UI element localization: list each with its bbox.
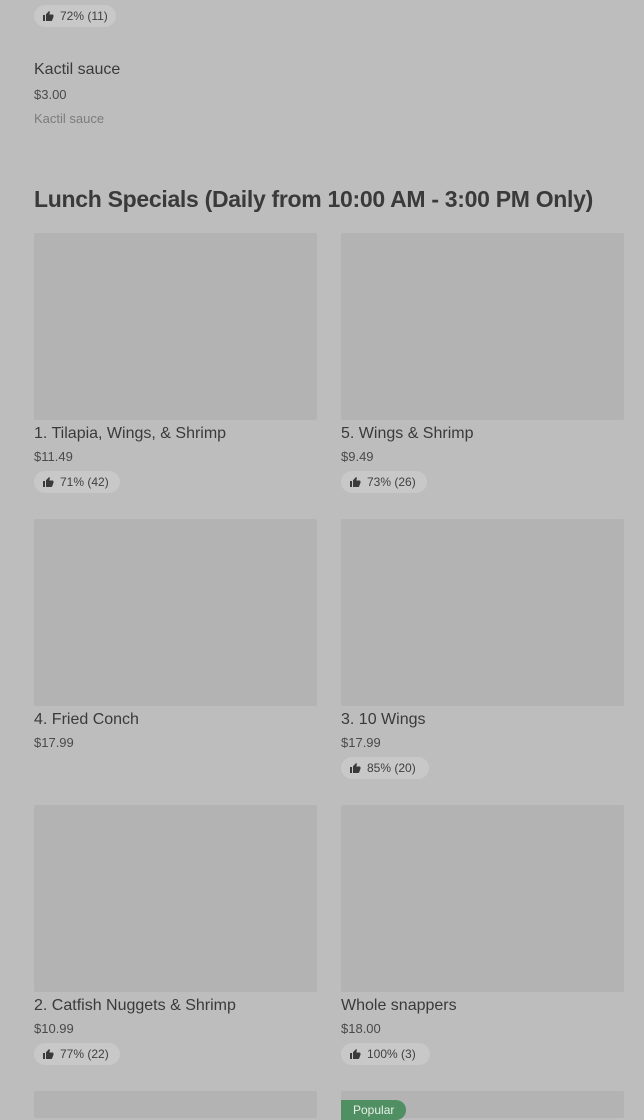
rating-pill: 71% (42) [34,471,120,493]
rating-text: 85% (20) [367,761,416,775]
menu-item-name[interactable]: 4. Fried Conch [34,711,139,729]
rating-pill: 85% (20) [341,757,429,779]
rating-text: 100% (3) [367,1047,416,1061]
rating-pill: 73% (26) [341,471,427,493]
menu-item-price: $18.00 [341,1021,381,1036]
menu-item-name[interactable]: 2. Catfish Nuggets & Shrimp [34,997,236,1015]
popular-badge: Popular [341,1100,407,1120]
menu-item-name[interactable]: 5. Wings & Shrimp [341,425,473,443]
menu-item-name[interactable]: Kactil sauce [34,61,120,79]
section-title: Lunch Specials (Daily from 10:00 AM - 3:… [34,186,593,212]
rating-pill: 77% (22) [34,1043,120,1065]
menu-item-image[interactable] [34,805,317,992]
menu-item-image[interactable] [341,805,624,992]
menu-item-price: $17.99 [341,735,381,750]
menu-item-price: $11.49 [34,449,73,464]
menu-item-image[interactable] [34,519,317,706]
rating-pill: 100% (3) [341,1043,430,1065]
rating-pill: 72% (11) [34,5,116,27]
thumbs-up-icon [349,762,361,774]
thumbs-up-icon [42,10,54,22]
rating-text: 73% (26) [367,475,416,489]
rating-text: 77% (22) [60,1047,109,1061]
thumbs-up-icon [349,476,361,488]
menu-item-image[interactable] [341,519,624,706]
menu-item-image[interactable] [34,1091,317,1118]
rating-text: 72% (11) [60,9,108,23]
menu-item-name[interactable]: 1. Tilapia, Wings, & Shrimp [34,425,226,443]
menu-item-price: $3.00 [34,87,67,102]
thumbs-up-icon [349,1048,361,1060]
menu-item-name[interactable]: 3. 10 Wings [341,711,425,729]
thumbs-up-icon [42,476,54,488]
thumbs-up-icon [42,1048,54,1060]
menu-item-description: Kactil sauce [34,111,105,126]
menu-item-price: $17.99 [34,735,74,750]
menu-item-image[interactable] [341,233,624,420]
rating-text: 71% (42) [60,475,109,489]
menu-item-image[interactable] [34,233,317,420]
menu-item-name[interactable]: Whole snappers [341,997,457,1015]
menu-item-price: $10.99 [34,1021,74,1036]
menu-item-price: $9.49 [341,449,374,464]
